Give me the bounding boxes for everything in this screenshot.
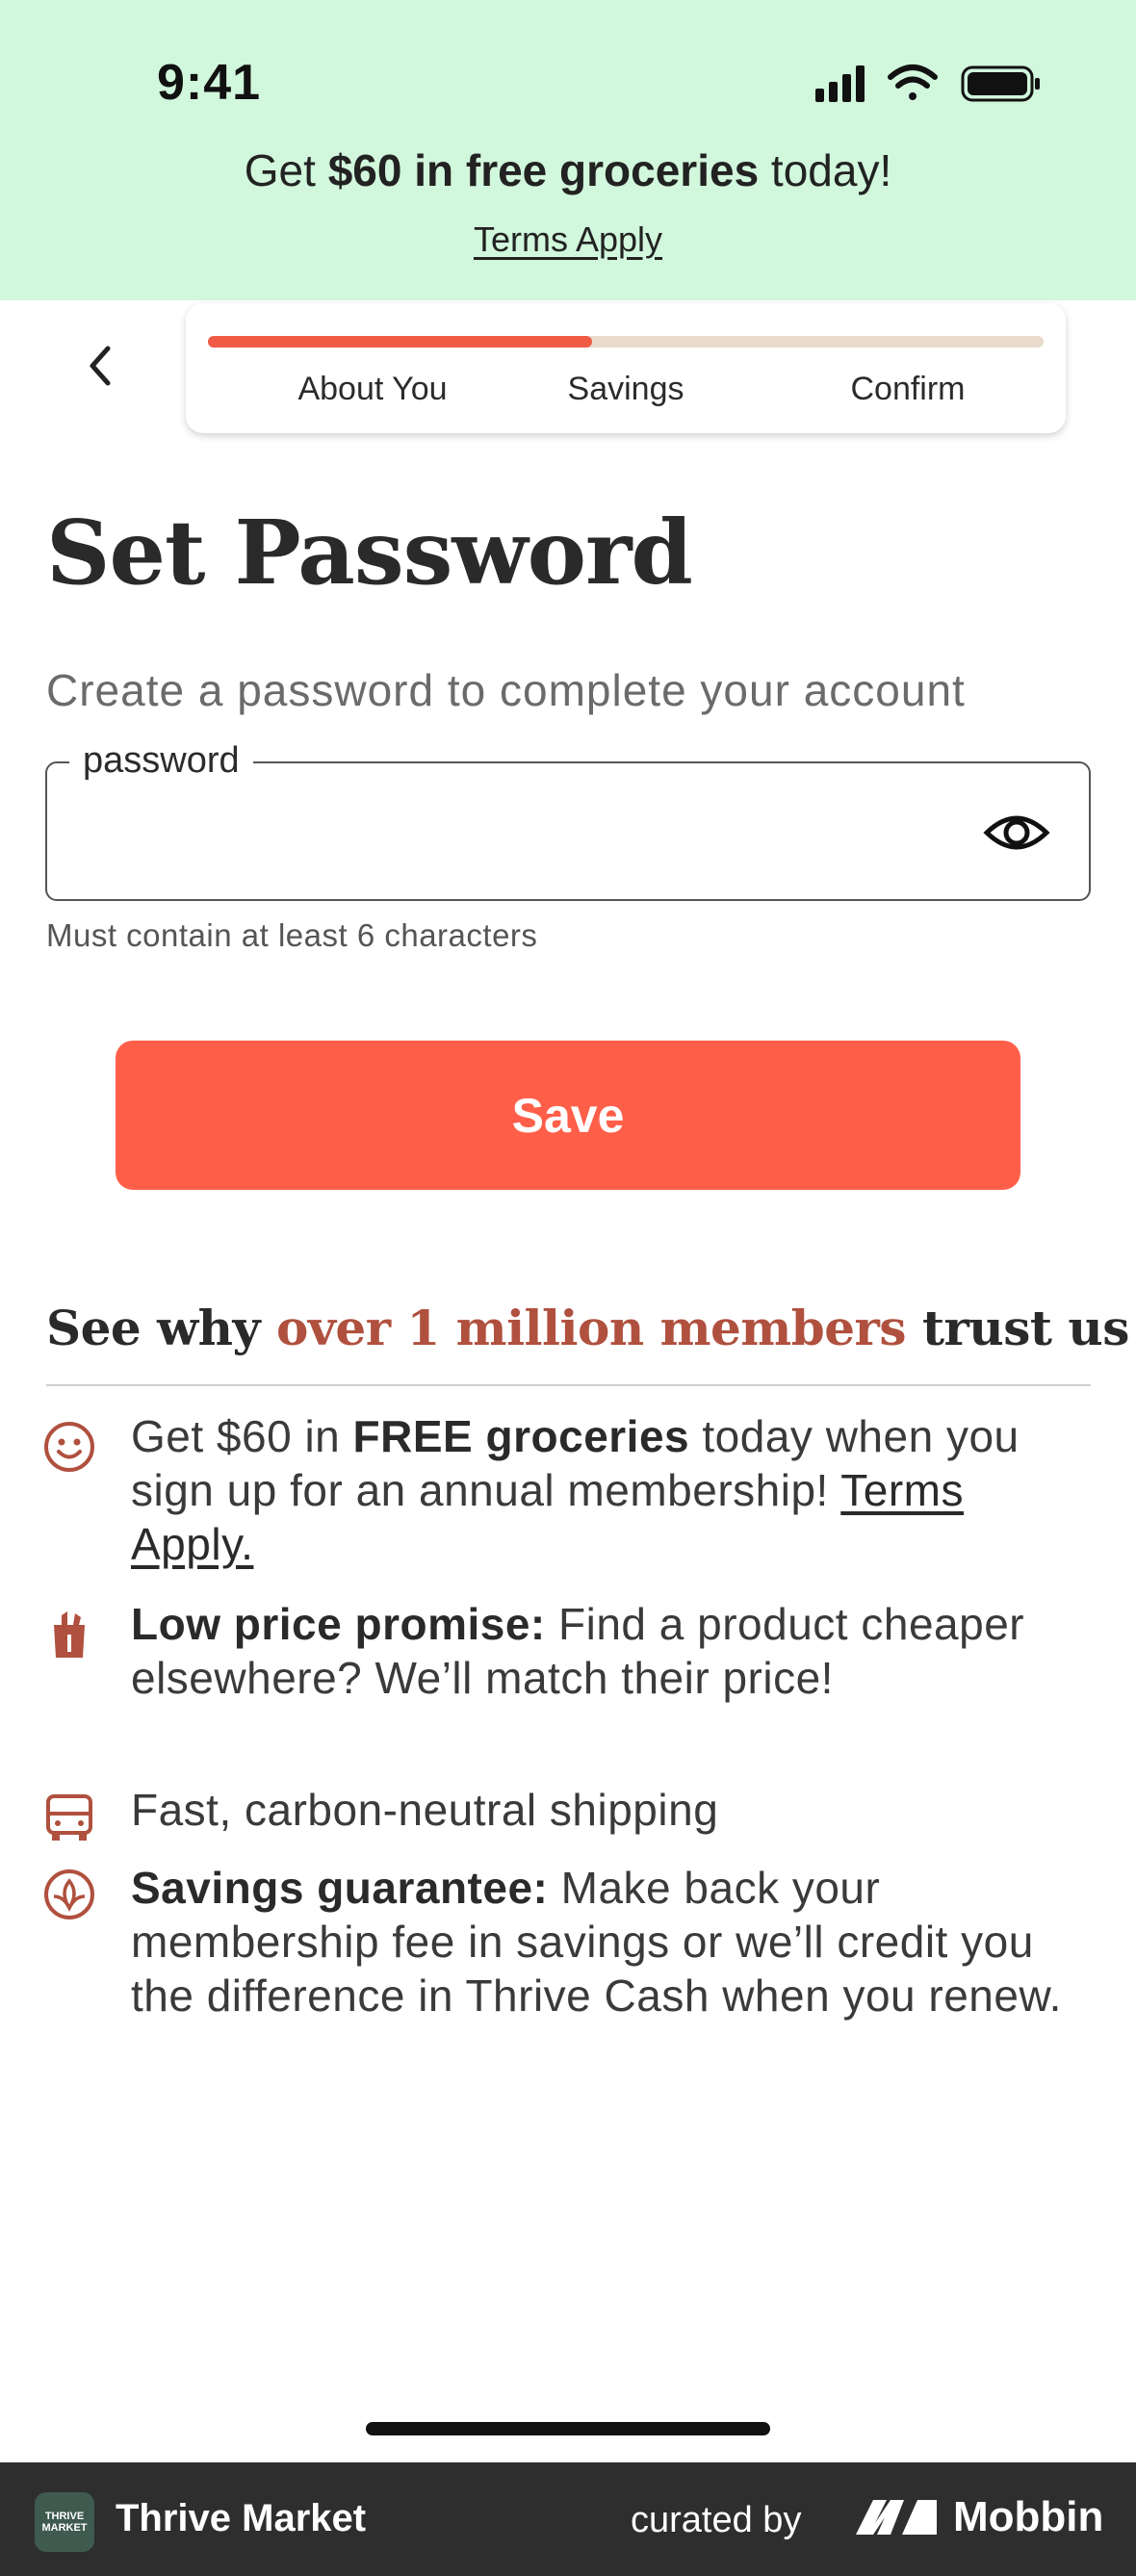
password-input[interactable] — [67, 789, 934, 876]
trust-heading: See why over 1 million members trust us — [46, 1300, 1129, 1356]
step-about-you: About You — [297, 371, 448, 407]
app-name: Thrive Market — [116, 2497, 367, 2539]
smiley-icon — [44, 1422, 94, 1472]
eye-icon — [983, 815, 1050, 850]
step-confirm: Confirm — [850, 371, 966, 407]
status-time: 9:41 — [157, 55, 262, 111]
banner-terms-link[interactable]: Terms Apply — [0, 219, 1136, 260]
benefit-low-price: Low price promise: Find a product cheape… — [131, 1599, 1025, 1703]
show-password-button[interactable] — [982, 799, 1051, 866]
page-subtitle: Create a password to complete your accou… — [46, 665, 966, 715]
signal-icon — [815, 65, 865, 102]
savings-badge-icon — [44, 1869, 94, 1919]
status-icons — [815, 64, 1040, 102]
password-hint: Must contain at least 6 characters — [46, 917, 538, 953]
benefit-shipping: Fast, carbon-neutral shipping — [131, 1785, 719, 1835]
truck-icon — [46, 1794, 92, 1841]
battery-icon — [961, 65, 1040, 102]
wifi-icon — [888, 64, 938, 100]
mobbin-logo-icon — [856, 2500, 937, 2535]
chevron-left-icon — [90, 346, 111, 386]
mobbin-brand: Mobbin — [953, 2493, 1104, 2540]
step-savings: Savings — [567, 371, 684, 407]
benefit-free-groceries: Get $60 in FREE groceries today when you… — [131, 1411, 1020, 1569]
page-title: Set Password — [46, 501, 693, 605]
progress-fill — [208, 336, 593, 348]
home-indicator — [366, 2422, 770, 2435]
progress-stepper: About You Savings Confirm — [186, 303, 1066, 433]
save-button[interactable]: Save — [116, 1041, 1020, 1190]
benefit-savings-guarantee: Savings guarantee: Make back your member… — [131, 1863, 1062, 2021]
back-button[interactable] — [67, 327, 135, 404]
progress-track — [208, 336, 1044, 348]
app-logo: THRIVE MARKET — [35, 2492, 94, 2552]
curated-by-label: curated by — [631, 2500, 802, 2540]
banner-promo-text: Get $60 in free groceries today! — [244, 145, 892, 195]
password-field-label: password — [69, 740, 253, 782]
grocery-bag-icon — [54, 1611, 85, 1658]
divider — [46, 1384, 1091, 1386]
